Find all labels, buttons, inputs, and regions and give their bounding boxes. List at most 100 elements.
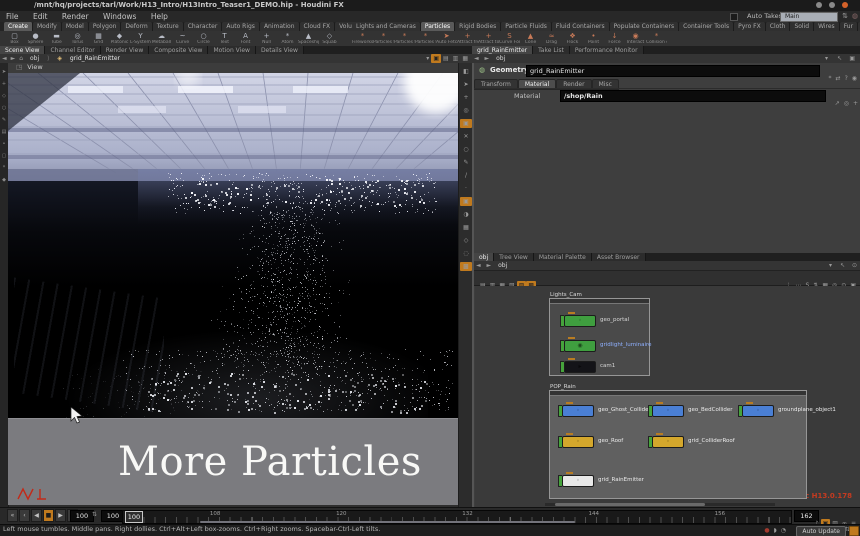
home-icon[interactable]: ⌂ (17, 54, 25, 63)
scrollbar-thumb[interactable] (555, 503, 705, 506)
message-log-icon[interactable]: ◗ (772, 526, 779, 535)
tab-create[interactable]: Create (4, 22, 33, 31)
pose-icon[interactable]: ○ (460, 145, 472, 154)
node-flag-icon[interactable] (656, 402, 663, 404)
tab-particles[interactable]: Particles (421, 22, 455, 31)
tool-attract-fro[interactable]: +Attract fro… (457, 32, 478, 45)
tool-fireworks[interactable]: *Fireworks (352, 32, 373, 45)
tab-rigid-bodies[interactable]: Rigid Bodies (455, 22, 501, 31)
tab-fluid-containers[interactable]: Fluid Containers (552, 22, 610, 31)
view-label[interactable]: View (24, 63, 42, 71)
scale-toggle-icon[interactable]: ▣ (460, 119, 472, 128)
tool-metaball[interactable]: ☁Metaball (151, 32, 172, 45)
frame-step-icons[interactable]: ⇅ (90, 510, 99, 519)
tab-container-tools[interactable]: Container Tools (679, 22, 734, 31)
minimize-button[interactable] (816, 2, 822, 8)
node-body-icon[interactable]: ◦ (564, 315, 596, 327)
node-geo-bedcollider[interactable]: ◦geo_BedCollider (648, 405, 733, 415)
tool-font[interactable]: AFont (235, 32, 256, 45)
network-box-header[interactable] (550, 299, 649, 304)
notification-icon[interactable]: ◍ (852, 12, 858, 20)
tool-tube[interactable]: ▬Tube (46, 32, 67, 45)
io-icon[interactable]: ⇄ (834, 74, 843, 83)
tool-point[interactable]: •Point (583, 32, 604, 45)
node-body-icon[interactable]: ◦ (652, 405, 684, 417)
node-geo-portal[interactable]: ◦geo_portal (560, 315, 629, 325)
tool-attract-to[interactable]: +Attract to… (478, 32, 499, 45)
tool-text[interactable]: TText (214, 32, 235, 45)
tool-atom[interactable]: *Atom (277, 32, 298, 45)
ghost-icon[interactable]: ◇ (460, 236, 472, 245)
tool-spaceship[interactable]: ▲Spaceship (298, 32, 319, 45)
tab-texture[interactable]: Texture (153, 22, 184, 31)
back-icon[interactable]: ◄ (0, 54, 9, 63)
diamond-icon[interactable]: ◇ (0, 93, 8, 99)
dot-icon[interactable]: • (0, 141, 8, 147)
playhead-marker[interactable]: 100 (125, 511, 143, 523)
jump-to-start-button[interactable]: « (7, 509, 18, 522)
camera-icon[interactable]: ▥ (451, 54, 461, 63)
cook-indicator-icon[interactable]: ● (762, 526, 771, 535)
edit-icon[interactable]: ✎ (460, 158, 472, 167)
playbar-scrollbar[interactable] (200, 521, 575, 523)
node-body-icon[interactable]: ◉ (564, 340, 596, 352)
node-body-icon[interactable]: ◦ (562, 436, 594, 448)
node-grid-rainemitter[interactable]: ◦grid_RainEmitter (558, 475, 644, 485)
tab-lights-and-cameras[interactable]: Lights and Cameras (352, 22, 421, 31)
pin-icon[interactable]: ◉ (850, 74, 859, 83)
divider-icon[interactable]: · (460, 184, 472, 193)
back-icon[interactable]: ◄ (474, 261, 483, 270)
tab-polygon[interactable]: Polygon (89, 22, 122, 31)
tool-auto-fetch[interactable]: ➤Auto Fetch (436, 32, 457, 45)
take-selector[interactable]: Main (780, 12, 838, 22)
tab-particle-fluids[interactable]: Particle Fluids (501, 22, 552, 31)
take-spinner-icon[interactable]: ⇅ (842, 12, 848, 20)
pointer-icon[interactable]: ➤ (0, 69, 8, 75)
gear-icon[interactable]: * (827, 74, 834, 83)
tool-particles-fr[interactable]: *Particles fr… (394, 32, 415, 45)
arrow-icon[interactable]: ↖ (835, 54, 844, 63)
node-body-icon[interactable]: ▸ (564, 361, 596, 373)
tab-cloud-fx[interactable]: Cloud FX (300, 22, 336, 31)
circle-icon[interactable]: ○ (0, 105, 8, 111)
node-name-field[interactable]: grid_RainEmitter (526, 65, 820, 77)
tool-curve[interactable]: ~Curve (172, 32, 193, 45)
rotate-icon[interactable]: ◎ (460, 106, 472, 115)
gear-icon[interactable]: ⊙ (850, 261, 859, 270)
tool-drag[interactable]: ≈Drag (541, 32, 562, 45)
material-field[interactable]: /shop/Rain (560, 90, 826, 102)
forward-icon[interactable]: ► (9, 54, 18, 63)
tool-cone[interactable]: ▲Cone (520, 32, 541, 45)
shade-icon[interactable]: ◑ (460, 210, 472, 219)
maximize-button[interactable] (829, 2, 835, 8)
tool-particles-fr[interactable]: *Particles fr… (373, 32, 394, 45)
network-box-pop-rain[interactable]: POP_Rain◦geo_Ghost_Collider◦geo_BedColli… (549, 390, 807, 499)
tab-solid[interactable]: Solid (790, 22, 814, 31)
tool-platonic[interactable]: ◆Platonic (109, 32, 130, 45)
prev-keyframe-button[interactable]: ‹ (19, 509, 30, 522)
settings-icon[interactable]: ▦ (460, 54, 470, 63)
tool-collision-d[interactable]: *Collision d… (646, 32, 667, 45)
handles-icon[interactable]: ✕ (460, 132, 472, 141)
node-flag-icon[interactable] (568, 312, 575, 314)
stop-button[interactable]: ■ (43, 509, 54, 522)
add-icon[interactable]: + (851, 99, 860, 108)
menu-edit[interactable]: Edit (27, 11, 54, 22)
node-flag-icon[interactable] (566, 472, 573, 474)
translate-icon[interactable]: + (460, 93, 472, 102)
node-grid-colliderroof[interactable]: ◦grid_ColliderRoof (648, 436, 735, 446)
node-body-icon[interactable]: ◦ (652, 436, 684, 448)
tool-interact[interactable]: ◉Interact (625, 32, 646, 45)
node-cam1[interactable]: ▸cam1 (560, 361, 615, 371)
node-flag-icon[interactable] (566, 433, 573, 435)
slash-icon[interactable]: / (460, 171, 472, 180)
tool-flock[interactable]: ❖Flock (562, 32, 583, 45)
tool-squab[interactable]: ◇Squab (319, 32, 340, 45)
tool-sphere[interactable]: ●Sphere (25, 32, 46, 45)
snap-toggle-icon[interactable]: ▣ (460, 197, 472, 206)
tool-curve-force[interactable]: SCurve Force (499, 32, 520, 45)
dropdown-icon[interactable]: ▾ (424, 54, 431, 63)
forward-icon[interactable]: ► (485, 261, 494, 270)
snapshot-icon[interactable]: ▤ (441, 54, 451, 63)
node-flag-icon[interactable] (568, 358, 575, 360)
